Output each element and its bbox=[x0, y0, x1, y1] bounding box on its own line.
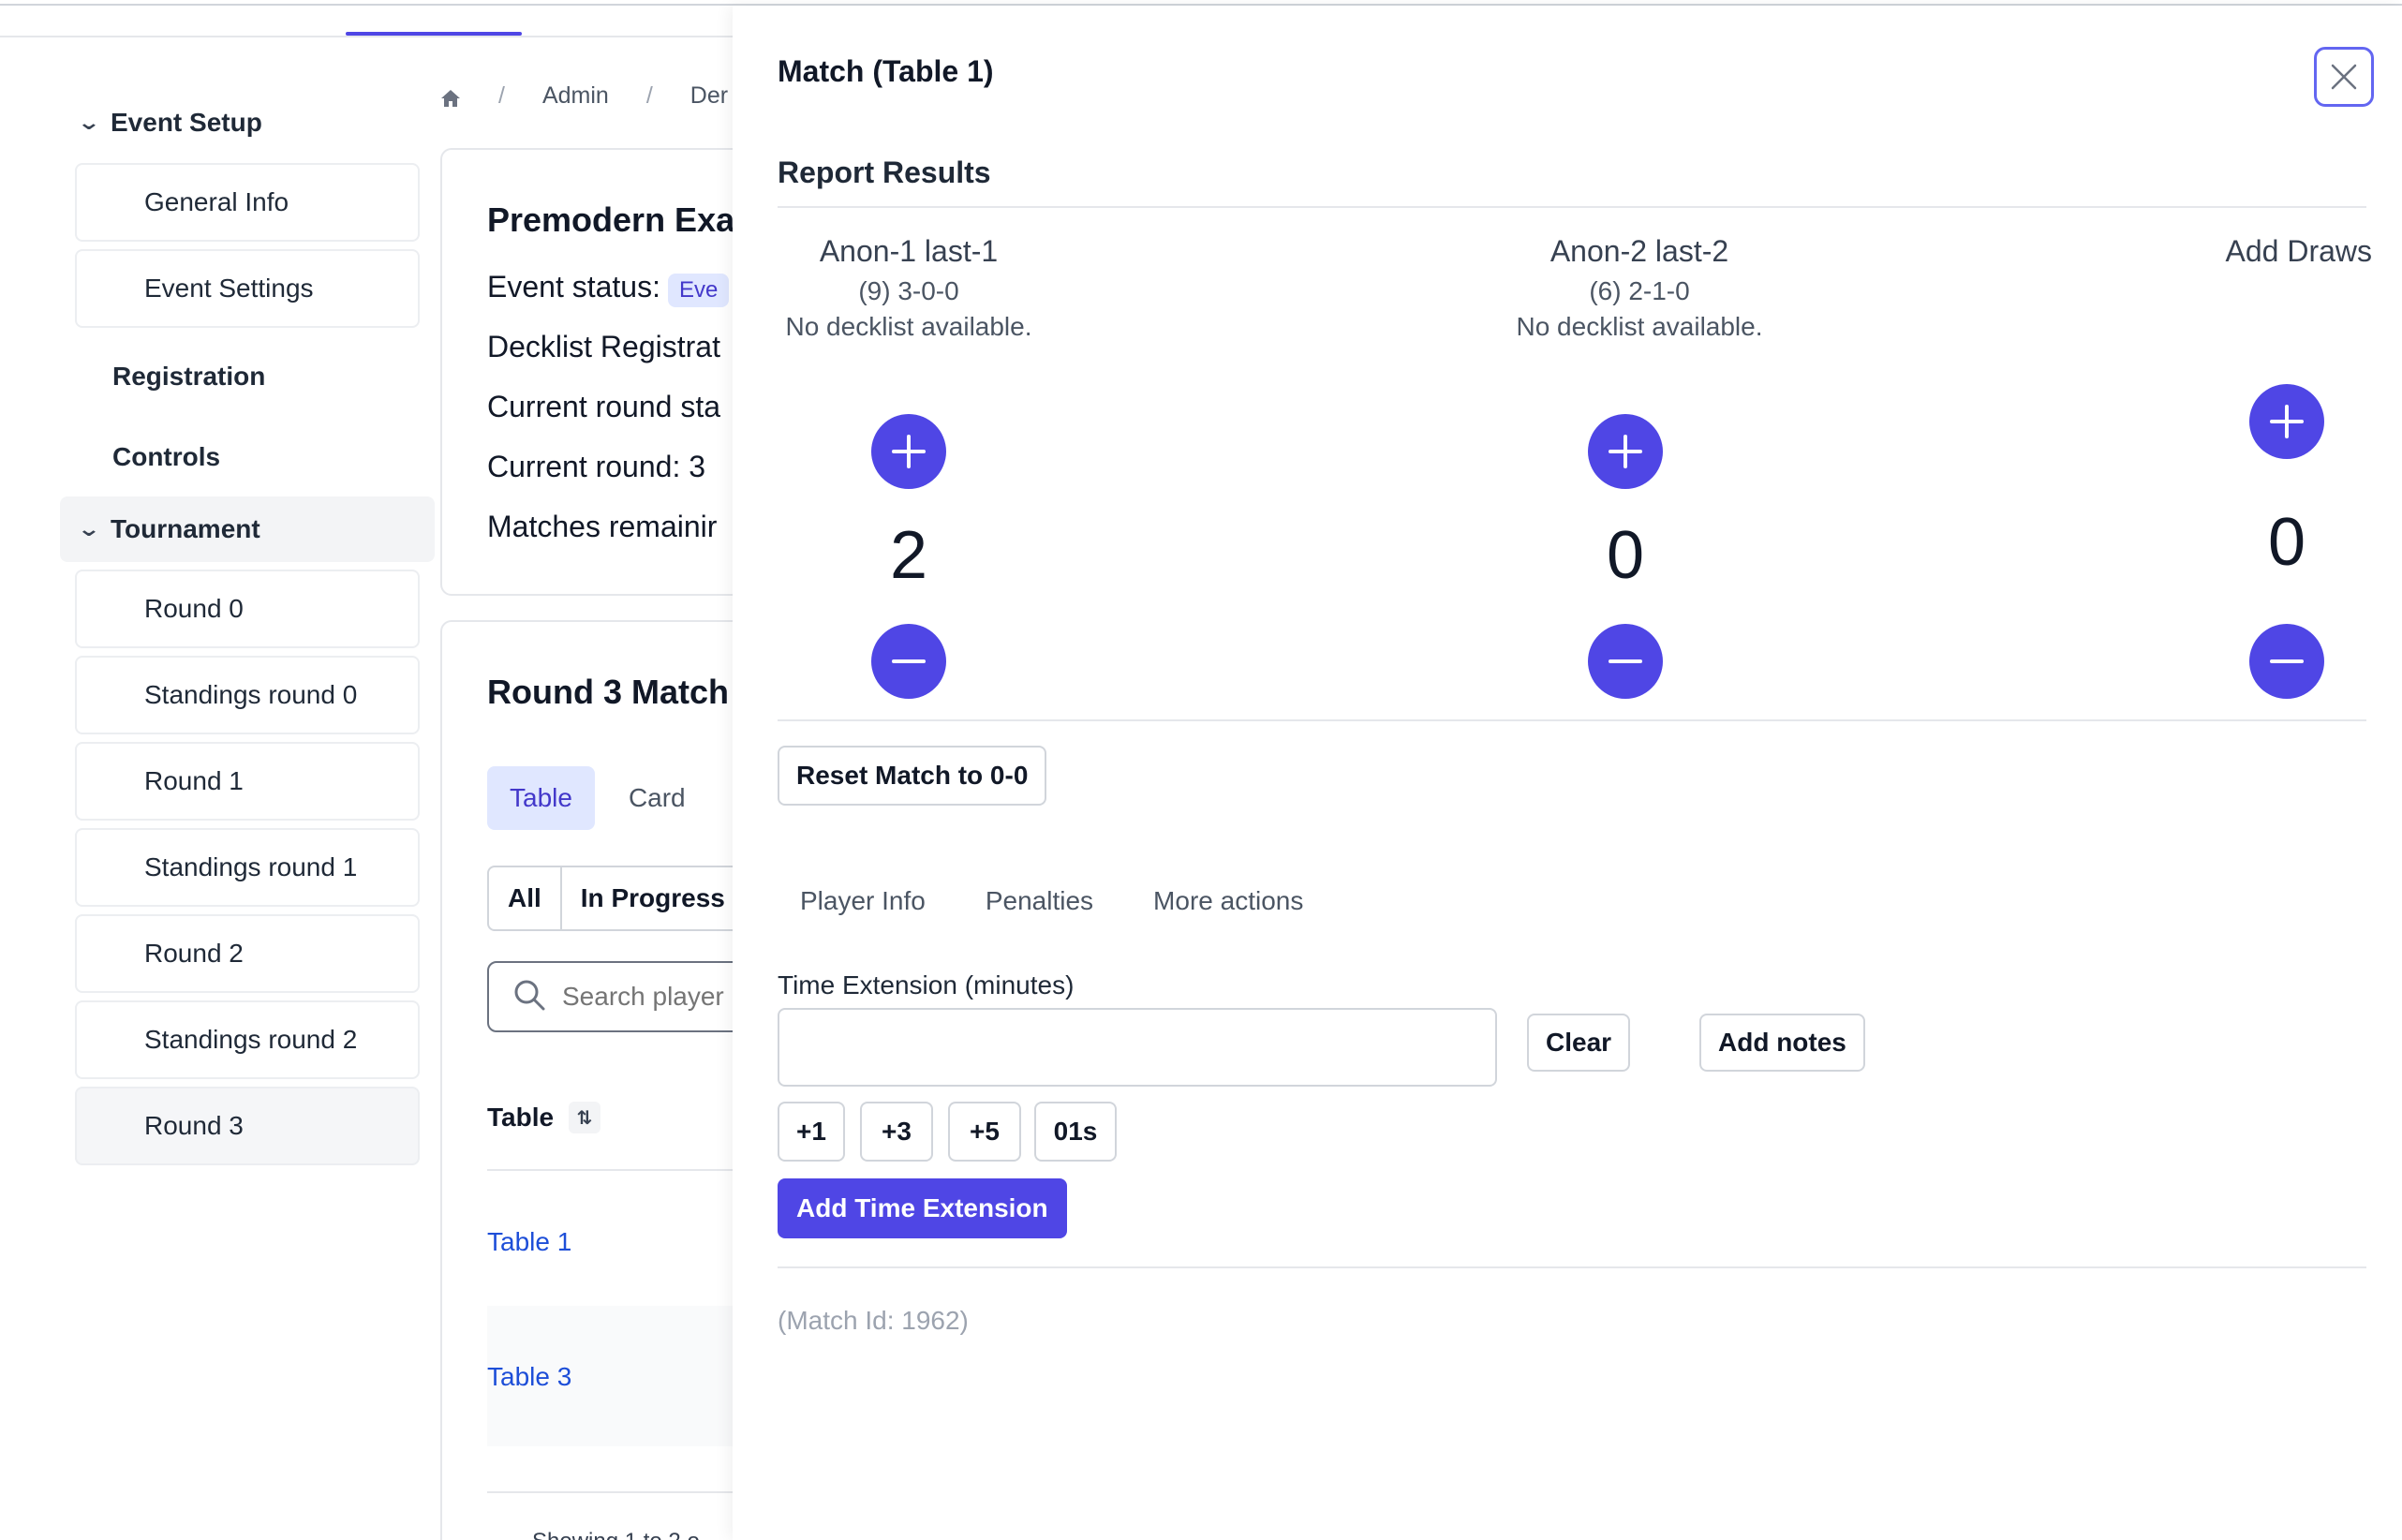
sidebar-section-tournament[interactable]: ⌄ Tournament bbox=[60, 496, 435, 562]
sidebar-item-round-1[interactable]: Round 1 bbox=[75, 742, 420, 821]
table-column-header: Table ⇅ bbox=[487, 1102, 601, 1133]
search-icon bbox=[513, 979, 545, 1015]
event-status-line: Event status: Eve bbox=[487, 270, 730, 307]
reset-match-button[interactable]: Reset Match to 0-0 bbox=[778, 746, 1047, 806]
section-divider bbox=[778, 206, 2366, 208]
draws-score: 0 bbox=[2267, 505, 2306, 580]
drawer-title: Match (Table 1) bbox=[778, 54, 994, 88]
sidebar-item-round-2[interactable]: Round 2 bbox=[75, 914, 420, 993]
report-results-title: Report Results bbox=[778, 155, 991, 189]
player1-increment-button[interactable] bbox=[871, 414, 946, 489]
player2-record: (6) 2-1-0 bbox=[1589, 276, 1690, 305]
add-time-extension-button[interactable]: Add Time Extension bbox=[778, 1178, 1067, 1238]
tab-penalties[interactable]: Penalties bbox=[986, 886, 1093, 916]
chevron-down-icon: ⌄ bbox=[77, 517, 101, 540]
minus-icon bbox=[892, 659, 926, 663]
tab-table-view[interactable]: Table bbox=[487, 766, 595, 830]
sort-icon[interactable]: ⇅ bbox=[569, 1102, 601, 1133]
breadcrumb-separator: / bbox=[498, 82, 505, 109]
clear-button[interactable]: Clear bbox=[1527, 1014, 1631, 1072]
player1-column: Anon-1 last-1 (9) 3-0-0 No decklist avai… bbox=[778, 234, 1040, 342]
drawer-subtabs: Player Info Penalties More actions bbox=[800, 886, 1303, 916]
status-filter-group: All In Progress bbox=[487, 866, 746, 931]
event-title: Premodern Exa bbox=[487, 200, 735, 239]
minus-icon bbox=[1609, 659, 1642, 663]
event-status-label: Event status: bbox=[487, 270, 660, 304]
sidebar-section-label: Event Setup bbox=[111, 108, 262, 137]
player2-decrement-button[interactable] bbox=[1588, 624, 1663, 699]
table-row-link[interactable]: Table 1 bbox=[487, 1227, 571, 1257]
active-tab-indicator bbox=[346, 32, 522, 36]
close-button[interactable] bbox=[2314, 47, 2374, 107]
player1-decklist: No decklist available. bbox=[785, 312, 1032, 341]
draws-increment-button[interactable] bbox=[2249, 384, 2324, 459]
player2-decklist: No decklist available. bbox=[1516, 312, 1763, 341]
section-divider bbox=[778, 719, 2366, 721]
current-round-status-line: Current round sta bbox=[487, 390, 721, 423]
status-badge: Eve bbox=[667, 274, 730, 307]
plus-icon bbox=[892, 435, 926, 468]
player1-score: 2 bbox=[889, 518, 928, 593]
pagination-summary: Showing 1 to 2 o bbox=[532, 1529, 700, 1540]
matches-remaining-line: Matches remainir bbox=[487, 510, 718, 543]
sidebar-section-label: Tournament bbox=[111, 514, 260, 543]
tab-player-info[interactable]: Player Info bbox=[800, 886, 926, 916]
decklist-registration-line: Decklist Registrat bbox=[487, 330, 720, 363]
draws-decrement-button[interactable] bbox=[2249, 624, 2324, 699]
section-divider bbox=[778, 1266, 2366, 1268]
add-notes-button[interactable]: Add notes bbox=[1699, 1014, 1865, 1072]
sidebar-item-round-3[interactable]: Round 3 bbox=[75, 1087, 420, 1165]
home-icon[interactable] bbox=[440, 87, 461, 107]
player2-column: Anon-2 last-2 (6) 2-1-0 No decklist avai… bbox=[1490, 234, 1789, 342]
sidebar-item-general-info[interactable]: General Info bbox=[75, 163, 420, 242]
close-icon bbox=[2331, 64, 2357, 90]
player1-decrement-button[interactable] bbox=[871, 624, 946, 699]
add-3-minutes-button[interactable]: +3 bbox=[860, 1102, 933, 1162]
breadcrumb-separator: / bbox=[645, 82, 653, 109]
player2-score: 0 bbox=[1606, 518, 1645, 593]
sidebar-item-round-0[interactable]: Round 0 bbox=[75, 570, 420, 648]
draws-column: Add Draws bbox=[2203, 234, 2373, 269]
round-matches-title: Round 3 Match bbox=[487, 673, 729, 711]
sidebar-item-standings-round-0[interactable]: Standings round 0 bbox=[75, 656, 420, 734]
plus-icon bbox=[2270, 405, 2304, 438]
add-1-minute-button[interactable]: +1 bbox=[778, 1102, 845, 1162]
sidebar-item-event-settings[interactable]: Event Settings bbox=[75, 249, 420, 328]
add-5-minutes-button[interactable]: +5 bbox=[948, 1102, 1021, 1162]
time-extension-label: Time Extension (minutes) bbox=[778, 970, 1075, 1000]
tab-more-actions[interactable]: More actions bbox=[1153, 886, 1303, 916]
sidebar-section-event-setup[interactable]: ⌄ Event Setup bbox=[60, 90, 435, 155]
plus-icon bbox=[1609, 435, 1642, 468]
player1-record: (9) 3-0-0 bbox=[858, 276, 959, 305]
column-table-label: Table bbox=[487, 1103, 555, 1132]
match-drawer: Match (Table 1) Report Results Anon-1 la… bbox=[733, 6, 2402, 1540]
time-extension-input[interactable] bbox=[778, 1008, 1497, 1087]
sidebar-item-standings-round-2[interactable]: Standings round 2 bbox=[75, 1000, 420, 1079]
player1-name: Anon-1 last-1 bbox=[819, 234, 999, 268]
chevron-down-icon: ⌄ bbox=[77, 111, 101, 134]
breadcrumb-admin[interactable]: Admin bbox=[542, 82, 609, 110]
match-id: (Match Id: 1962) bbox=[778, 1306, 969, 1335]
view-tabs: Table Card bbox=[487, 766, 708, 830]
sidebar-item-controls[interactable]: Controls bbox=[60, 418, 435, 496]
tab-card-view[interactable]: Card bbox=[606, 766, 708, 830]
player2-increment-button[interactable] bbox=[1588, 414, 1663, 489]
sidebar-item-registration[interactable]: Registration bbox=[60, 335, 435, 418]
filter-in-progress-button[interactable]: In Progress bbox=[559, 867, 744, 929]
add-seconds-button[interactable]: 01s bbox=[1034, 1102, 1117, 1162]
filter-all-button[interactable]: All bbox=[489, 867, 560, 929]
breadcrumb: / Admin / Der bbox=[440, 82, 728, 110]
current-round-line: Current round: 3 bbox=[487, 450, 706, 483]
sidebar-item-standings-round-1[interactable]: Standings round 1 bbox=[75, 828, 420, 907]
breadcrumb-current[interactable]: Der bbox=[690, 82, 728, 110]
table-row-link[interactable]: Table 3 bbox=[487, 1362, 571, 1392]
player2-name: Anon-2 last-2 bbox=[1549, 234, 1729, 268]
minus-icon bbox=[2270, 659, 2304, 663]
sidebar: ⌄ Event Setup General Info Event Setting… bbox=[60, 90, 435, 1173]
add-draws-label: Add Draws bbox=[2225, 234, 2373, 268]
